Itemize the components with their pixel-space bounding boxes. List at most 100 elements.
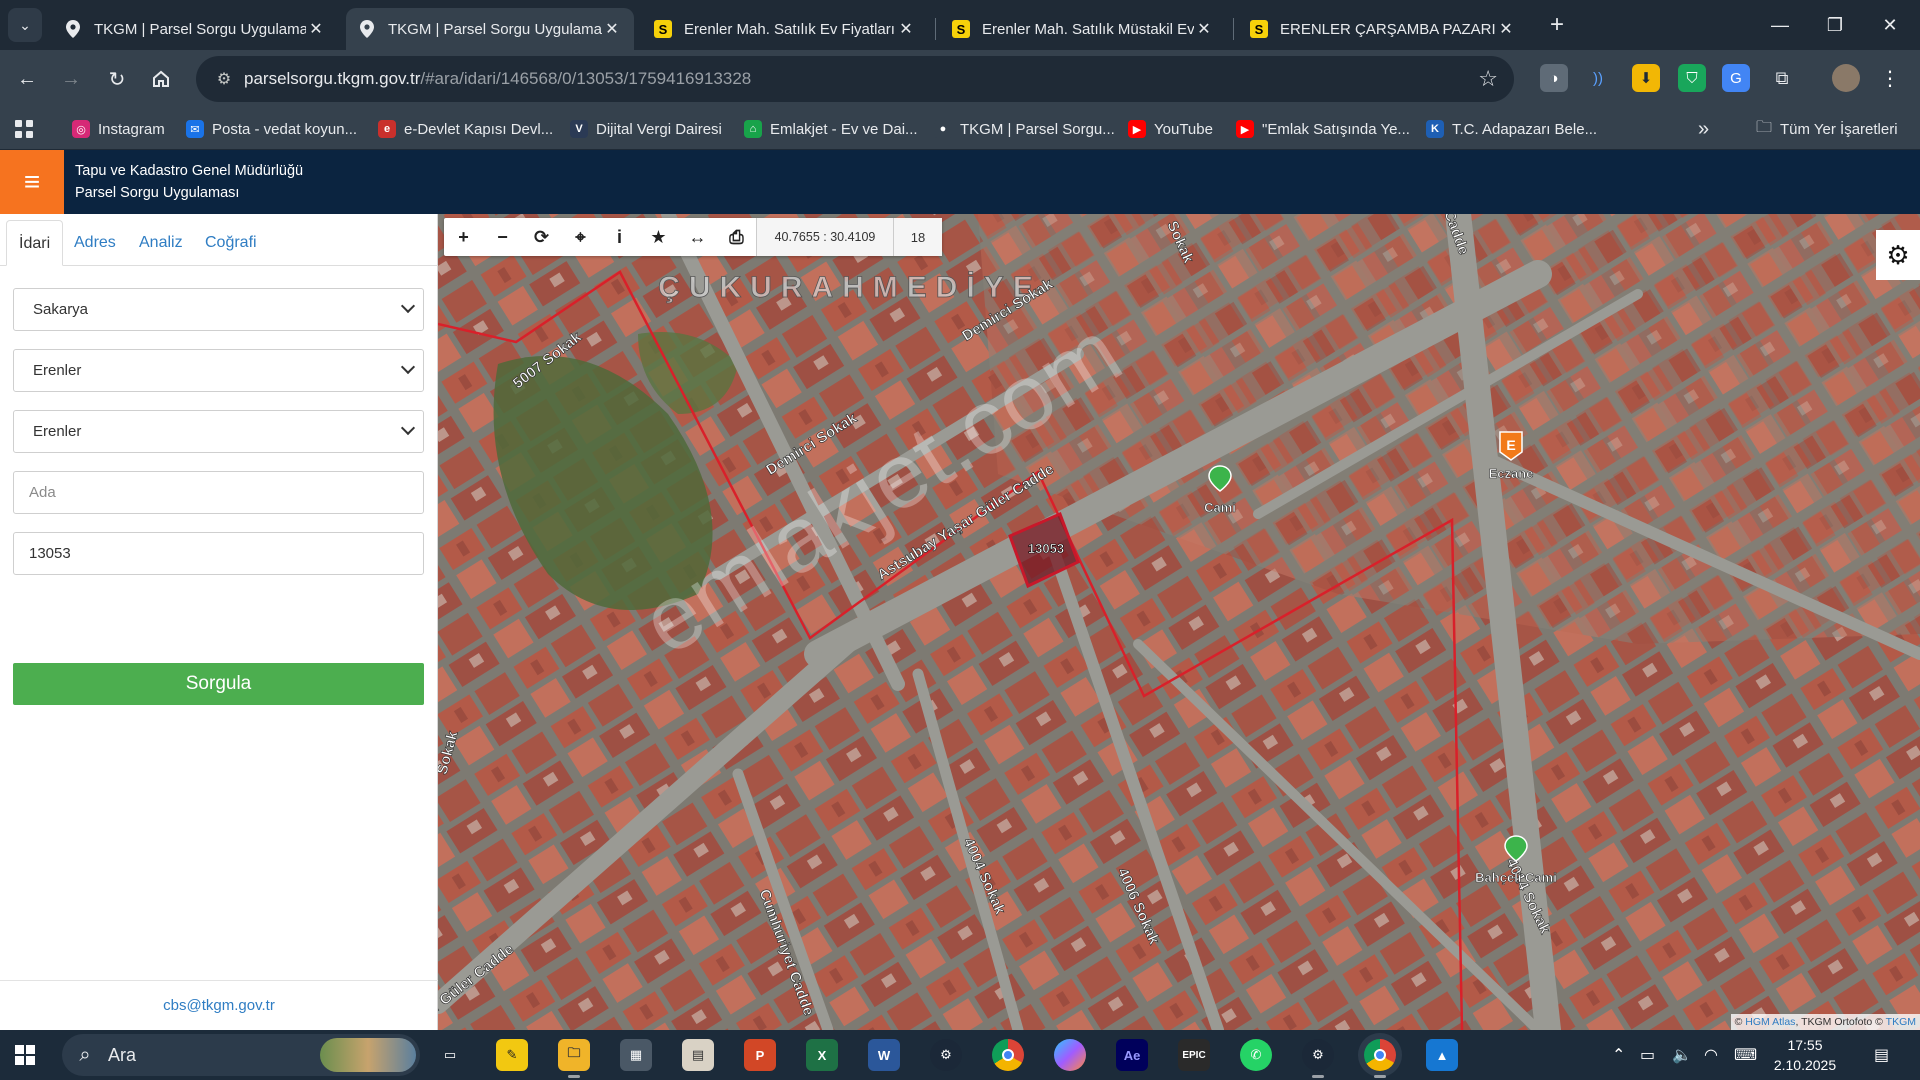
whatsapp-icon[interactable]: ✆ xyxy=(1240,1039,1272,1071)
calculator-icon[interactable]: ▦ xyxy=(620,1039,652,1071)
footer-email-link[interactable]: cbs@tkgm.gov.tr xyxy=(0,980,438,1030)
map-settings-button[interactable]: ⚙ xyxy=(1876,230,1920,280)
ilce-select[interactable]: Erenler xyxy=(13,349,424,392)
tab-cografi[interactable]: Coğrafi xyxy=(193,220,269,266)
refresh-map-button[interactable]: ⟳ xyxy=(522,218,561,256)
profile-avatar[interactable] xyxy=(1832,64,1860,92)
zoom-in-button[interactable]: + xyxy=(444,218,483,256)
tab-adres[interactable]: Adres xyxy=(62,220,128,266)
close-icon[interactable]: ✕ xyxy=(602,19,622,39)
bookmark-item[interactable]: ● TKGM | Parsel Sorgu... xyxy=(934,118,1115,140)
star-icon: ★ xyxy=(650,226,667,247)
bookmark-item[interactable]: V Dijital Vergi Dairesi xyxy=(570,118,722,140)
task-view-icon[interactable]: ▭ xyxy=(434,1039,466,1071)
powerpoint-icon[interactable]: P xyxy=(744,1039,776,1071)
word-icon[interactable]: W xyxy=(868,1039,900,1071)
print-button[interactable]: ⎙ xyxy=(717,218,756,256)
map-pin-icon: ● xyxy=(934,120,952,138)
crosshair-icon: ⌖ xyxy=(575,226,586,247)
home-icon xyxy=(153,70,169,87)
excel-icon[interactable]: X xyxy=(806,1039,838,1071)
office-icon[interactable]: ▤ xyxy=(682,1039,714,1071)
taskbar-search[interactable]: ⌕ Ara xyxy=(62,1034,420,1076)
steam-icon[interactable]: ⚙ xyxy=(1302,1039,1334,1078)
address-bar[interactable]: ⚙ parselsorgu.tkgm.gov.tr/#ara/idari/146… xyxy=(196,56,1514,102)
forward-button[interactable]: → xyxy=(52,60,90,98)
translate-extension-icon[interactable]: G xyxy=(1722,64,1750,92)
close-icon[interactable]: ✕ xyxy=(1194,19,1214,39)
zoom-out-button[interactable]: − xyxy=(483,218,522,256)
extensions-puzzle-icon[interactable]: ⧉ xyxy=(1768,64,1796,92)
copilot-icon[interactable] xyxy=(1054,1039,1086,1071)
bookmark-item[interactable]: ▶ "Emlak Satışında Ye... xyxy=(1236,118,1410,140)
download-extension-icon[interactable]: ⬇ xyxy=(1632,64,1660,92)
browser-tab[interactable]: S ERENLER ÇARŞAMBA PAZARI M ✕ xyxy=(1238,8,1528,50)
parcel-map[interactable]: 13053 ÇUKURAHMEDİYE emlakjet.com 5007 So… xyxy=(438,214,1920,1030)
battery-icon[interactable]: ▭ xyxy=(1640,1045,1655,1065)
notification-icon[interactable]: ▤ xyxy=(1874,1045,1889,1065)
after-effects-icon[interactable]: Ae xyxy=(1116,1039,1148,1071)
site-info-icon[interactable]: ⚙ xyxy=(204,69,244,89)
attribution-link[interactable]: TKGM xyxy=(1886,1016,1916,1028)
close-icon[interactable]: ✕ xyxy=(306,19,326,39)
chrome-icon[interactable] xyxy=(992,1039,1024,1071)
bookmark-item[interactable]: K T.C. Adapazarı Bele... xyxy=(1426,118,1597,140)
back-button[interactable]: ← xyxy=(8,60,46,98)
bookmark-star-icon[interactable]: ☆ xyxy=(1478,66,1498,92)
hamburger-menu-button[interactable]: ≡ xyxy=(0,150,64,214)
close-icon[interactable]: ✕ xyxy=(896,19,916,39)
steam-icon[interactable]: ⚙ xyxy=(930,1039,962,1071)
tray-overflow-icon[interactable]: ⌃ xyxy=(1612,1045,1625,1065)
epic-games-icon[interactable]: EPIC xyxy=(1178,1039,1210,1071)
tab-idari[interactable]: İdari xyxy=(6,220,64,266)
tab-search-button[interactable]: ⌄ xyxy=(8,8,42,42)
bookmark-item[interactable]: ✉ Posta - vedat koyun... xyxy=(186,118,357,140)
il-select[interactable]: Sakarya xyxy=(13,288,424,331)
parsel-input[interactable]: 13053 xyxy=(13,532,424,575)
browser-tab[interactable]: S Erenler Mah. Satılık Müstakil Ev ✕ xyxy=(940,8,1226,50)
measure-button[interactable]: ↔ xyxy=(678,218,717,256)
sorgula-button[interactable]: Sorgula xyxy=(13,663,424,705)
info-button[interactable]: i xyxy=(600,218,639,256)
start-button[interactable] xyxy=(10,1040,40,1070)
volume-icon[interactable]: 🔈 xyxy=(1672,1045,1692,1065)
bookmark-item[interactable]: ▶ YouTube xyxy=(1128,118,1213,140)
audio-extension-icon[interactable]: )) xyxy=(1584,64,1612,92)
browser-tab[interactable]: S Erenler Mah. Satılık Ev Fiyatları s ✕ xyxy=(642,8,928,50)
new-tab-button[interactable]: + xyxy=(1542,10,1572,40)
browser-menu-icon[interactable]: ⋮ xyxy=(1876,64,1904,92)
tab-analiz[interactable]: Analiz xyxy=(127,220,195,266)
restore-button[interactable]: ❐ xyxy=(1805,0,1865,50)
chrome-icon[interactable] xyxy=(1364,1039,1396,1078)
apps-grid-icon[interactable] xyxy=(14,118,34,140)
pharmacy-icon-glyph: E xyxy=(1506,437,1515,453)
mahalle-select[interactable]: Erenler xyxy=(13,410,424,453)
reload-button[interactable]: ↻ xyxy=(98,60,136,98)
sahibinden-icon: S xyxy=(952,20,970,38)
sticky-notes-icon[interactable]: ✎ xyxy=(496,1039,528,1071)
bookmarks-overflow-button[interactable]: » xyxy=(1698,118,1709,140)
attribution-link[interactable]: HGM Atlas xyxy=(1745,1016,1795,1028)
close-window-button[interactable]: ✕ xyxy=(1860,0,1920,50)
browser-tab[interactable]: TKGM | Parsel Sorgu Uygulaması ✕ xyxy=(52,8,338,50)
file-explorer-icon[interactable]: 🗀 xyxy=(558,1039,590,1078)
orthophoto-map[interactable]: 13053 ÇUKURAHMEDİYE emlakjet.com 5007 So… xyxy=(438,214,1920,1030)
extension-icon[interactable]: ◑ xyxy=(1540,64,1568,92)
vpn-extension-icon[interactable]: ⛉ xyxy=(1678,64,1706,92)
locate-button[interactable]: ⌖ xyxy=(561,218,600,256)
browser-tab-active[interactable]: TKGM | Parsel Sorgu Uygulaması ✕ xyxy=(346,8,634,50)
sahibinden-icon: S xyxy=(1250,20,1268,38)
taskbar-clock[interactable]: 17:55 2.10.2025 xyxy=(1750,1035,1860,1075)
home-button[interactable] xyxy=(142,60,180,98)
ilce-select-value: Erenler xyxy=(33,362,82,379)
bookmark-item[interactable]: ⌂ Emlakjet - Ev ve Dai... xyxy=(744,118,918,140)
favorite-button[interactable]: ★ xyxy=(639,218,678,256)
all-bookmarks-button[interactable]: 🗀 Tüm Yer İşaretleri xyxy=(1756,118,1898,140)
bookmark-item[interactable]: ◎ Instagram xyxy=(72,118,165,140)
wifi-icon[interactable]: ◠ xyxy=(1704,1045,1718,1065)
photos-icon[interactable]: ▲ xyxy=(1426,1039,1458,1071)
close-icon[interactable]: ✕ xyxy=(1496,19,1516,39)
minimize-button[interactable]: — xyxy=(1750,0,1810,50)
bookmark-item[interactable]: e e-Devlet Kapısı Devl... xyxy=(378,118,553,140)
ada-input[interactable]: Ada xyxy=(13,471,424,514)
